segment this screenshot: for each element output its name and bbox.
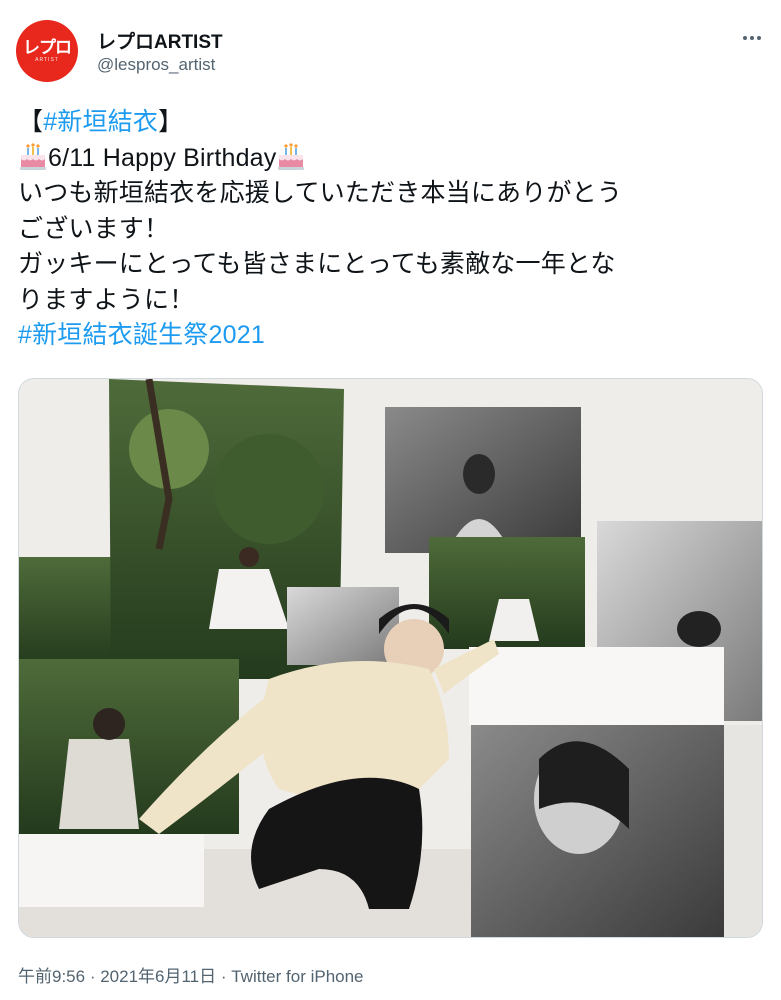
tweet-time[interactable]: 午前9:56 [18,967,85,986]
tweet-line-6: りますように！ [18,285,195,314]
tweet-meta: 午前9:56 · 2021年6月11日 · Twitter for iPhone [18,962,364,987]
birthday-cake-icon [20,142,46,170]
birthday-cake-icon [278,142,305,170]
tweet-source-link[interactable]: Twitter for iPhone [231,967,363,986]
tweet-photo[interactable] [18,378,763,938]
meta-separator: · [216,967,232,986]
tweet-card: レプロ ARTIST レプロARTIST @lespros_artist 【#新… [0,0,781,1000]
more-options-icon[interactable] [736,24,768,52]
tweet-line-7: #新垣結衣誕生祭2021 [18,318,763,354]
tweet-line-3: いつも新垣結衣を応援していただき本当にありがとう [18,179,623,207]
avatar-logo-text: レプロ [23,38,72,57]
bracket-open: 【 [18,108,44,136]
author-display-name[interactable]: レプロARTIST [97,27,223,54]
tweet-line-4: ございます！ [18,214,170,243]
tweet-line-1: 【#新垣結衣】 [18,105,763,141]
meta-separator: · [85,967,101,986]
avatar-logo-subtext: ARTIST [35,57,59,63]
tweet-date[interactable]: 2021年6月11日 [100,967,216,986]
author-handle[interactable]: @lespros_artist [97,55,215,75]
photo-illustration [19,379,762,937]
tweet-line-2: 6/11 Happy Birthday [18,141,763,177]
avatar[interactable]: レプロ ARTIST [16,20,78,82]
hashtag-link[interactable]: #新垣結衣 [43,108,158,136]
birthday-text: 6/11 Happy Birthday [48,143,277,172]
tweet-text: 【#新垣結衣】 6/11 Happy Birthday いつも新垣結衣を応援して… [18,105,763,354]
tweet-line-5: ガッキーにとっても皆さまにとっても素敵な一年とな [18,250,616,278]
bracket-close: 】 [158,108,184,136]
hashtag-link[interactable]: #新垣結衣誕生祭2021 [18,321,265,349]
